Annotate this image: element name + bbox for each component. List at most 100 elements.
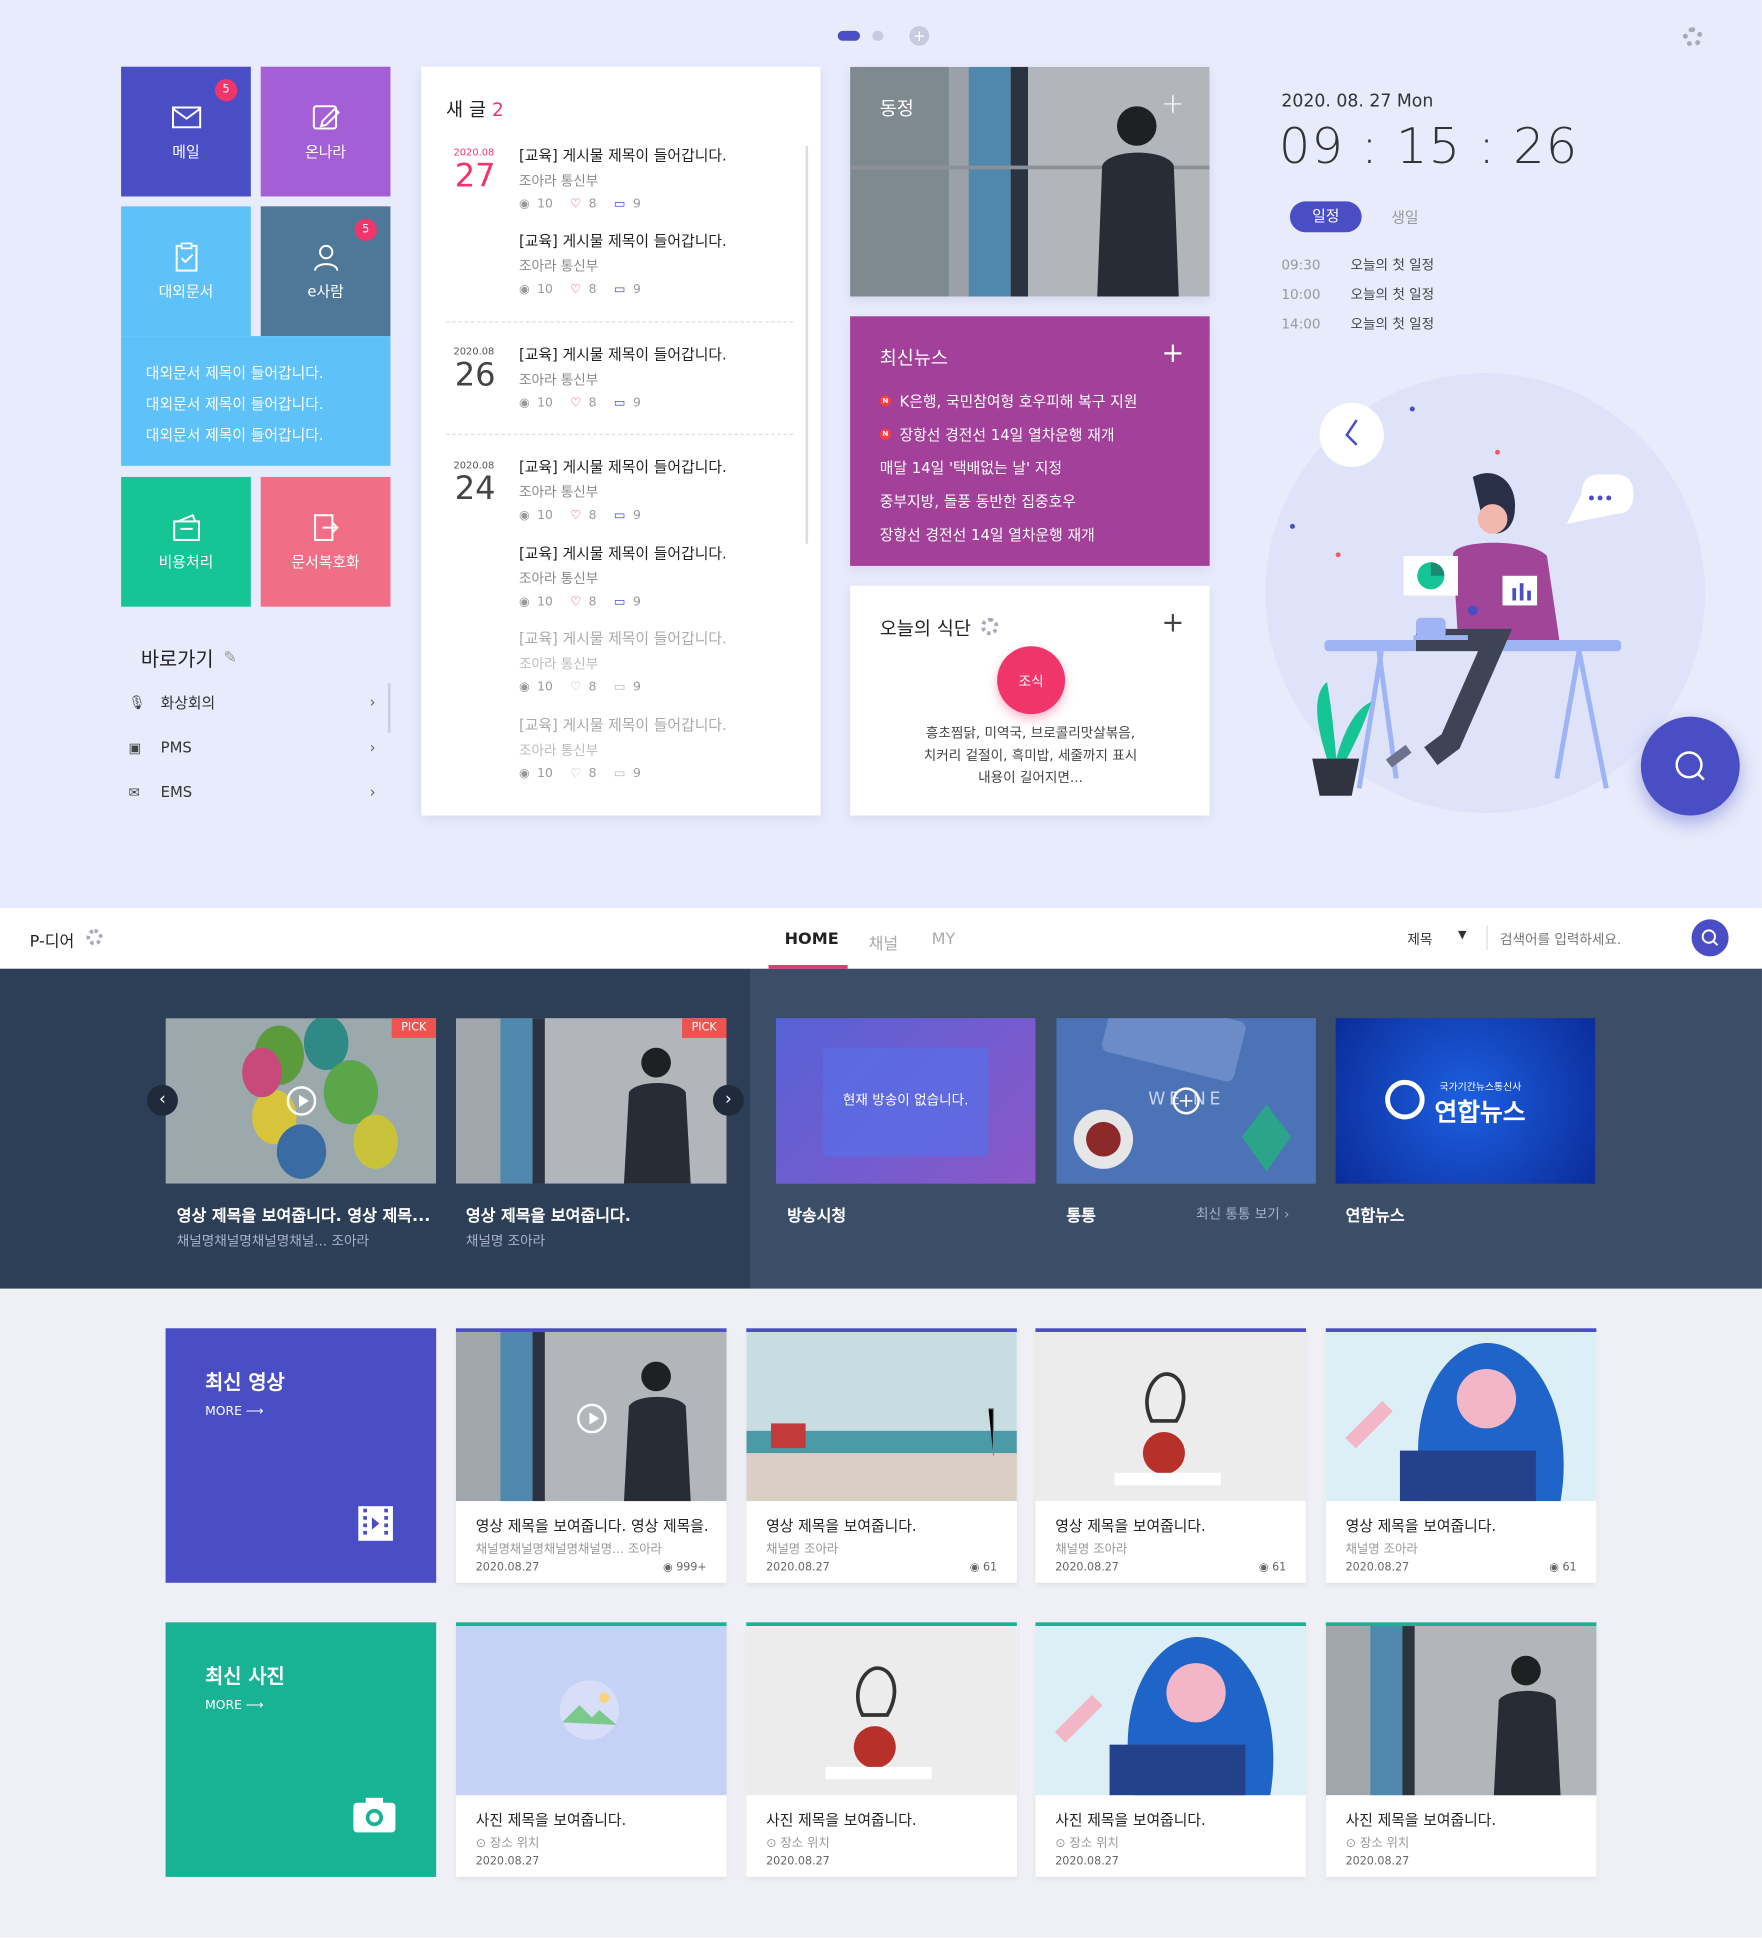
shortcut-item-ems[interactable]: ✉ EMS › bbox=[129, 780, 376, 805]
play-icon[interactable] bbox=[286, 1086, 317, 1116]
likes-meta[interactable]: ♡ 8 bbox=[570, 397, 596, 411]
photo-thumbnail[interactable] bbox=[455, 1626, 727, 1796]
video-card[interactable]: 영상 제목을 보여줍니다. 채널명 조아라 2020.08.27 ◉ 61 bbox=[1325, 1328, 1597, 1583]
add-page-icon[interactable]: + bbox=[909, 25, 930, 46]
post-title[interactable]: [교육] 게시물 제목이 들어갑니다. bbox=[519, 628, 791, 649]
latest-photos-tile[interactable]: 최신 사진 MORE ⟶ bbox=[165, 1622, 437, 1877]
photo-thumbnail[interactable] bbox=[746, 1626, 1017, 1796]
pick-video-title[interactable]: 영상 제목을 보여줍니다. 영상 제목... bbox=[177, 1202, 431, 1226]
pmedia-settings-icon[interactable] bbox=[86, 929, 103, 946]
post-title[interactable]: [교육] 게시물 제목이 들어갑니다. bbox=[519, 343, 791, 364]
yonhap-thumb[interactable]: 국가기간뉴스통신사 연합뉴스 bbox=[1335, 1018, 1596, 1184]
posts-scrollbar[interactable] bbox=[805, 145, 809, 544]
schedule-item[interactable]: 10:00 오늘의 첫 일정 bbox=[1281, 284, 1434, 304]
tab-schedule[interactable]: 일정 bbox=[1289, 201, 1362, 233]
video-thumbnail[interactable] bbox=[455, 1331, 727, 1502]
photo-title[interactable]: 사진 제목을 보여줍니다. bbox=[476, 1809, 708, 1830]
video-thumbnail[interactable] bbox=[1325, 1331, 1597, 1502]
video-title[interactable]: 영상 제목을 보여줍니다. bbox=[766, 1515, 998, 1536]
pmedia-brand[interactable]: P-디어 bbox=[30, 928, 75, 952]
tab-my[interactable]: MY bbox=[932, 930, 956, 949]
carousel-prev-button[interactable]: ‹ bbox=[147, 1084, 178, 1116]
post-item[interactable]: [교육] 게시물 제목이 들어갑니다. 조아라 통신부 ◉ 10 ♡ 8 ▭ 9 bbox=[519, 343, 791, 410]
plus-icon[interactable]: + bbox=[1161, 339, 1184, 370]
pager-dot-active[interactable] bbox=[837, 30, 860, 41]
scrollbar[interactable] bbox=[387, 683, 391, 733]
pick-video-thumb[interactable]: PICK bbox=[165, 1018, 437, 1184]
post-item[interactable]: [교육] 게시물 제목이 들어갑니다. 조아라 통신부 ◉ 10 ♡ 8 ▭ 9 bbox=[519, 628, 791, 695]
channel-title[interactable]: 연합뉴스 bbox=[1346, 1202, 1405, 1226]
tile-external-docs[interactable]: 대외문서 bbox=[121, 206, 251, 337]
schedule-item[interactable]: 09:30 오늘의 첫 일정 bbox=[1281, 255, 1434, 275]
meal-tag[interactable]: 조식 bbox=[997, 646, 1066, 715]
photo-title[interactable]: 사진 제목을 보여줍니다. bbox=[766, 1809, 998, 1830]
more-link[interactable]: MORE ⟶ bbox=[205, 1405, 263, 1419]
likes-meta[interactable]: ♡ 8 bbox=[570, 198, 596, 212]
photo-title[interactable]: 사진 제목을 보여줍니다. bbox=[1346, 1809, 1578, 1830]
post-title[interactable]: [교육] 게시물 제목이 들어갑니다. bbox=[519, 145, 791, 166]
schedule-item[interactable]: 14:00 오늘의 첫 일정 bbox=[1281, 314, 1434, 334]
tongtong-more-link[interactable]: 최신 통통 보기 › bbox=[1196, 1203, 1289, 1223]
likes-meta[interactable]: ♡ 8 bbox=[570, 509, 596, 523]
pencil-icon[interactable]: ✎ bbox=[224, 648, 237, 667]
news-item[interactable]: N K은행, 국민참여형 호우피해 복구 지원 bbox=[879, 390, 1201, 411]
pager-dot[interactable] bbox=[872, 30, 884, 41]
more-link[interactable]: MORE ⟶ bbox=[205, 1699, 263, 1713]
tile-mail[interactable]: 메일 5 bbox=[121, 66, 251, 197]
tongtong-thumb[interactable]: WE NE + bbox=[1056, 1018, 1316, 1184]
tile-esaram[interactable]: e사람 5 bbox=[260, 206, 391, 337]
channel-title[interactable]: 방송시청 bbox=[787, 1202, 846, 1226]
post-item[interactable]: [교육] 게시물 제목이 들어갑니다. 조아라 통신부 ◉ 10 ♡ 8 ▭ 9 bbox=[519, 230, 791, 296]
photo-card[interactable]: 사진 제목을 보여줍니다. ⊙ 장소 위치 2020.08.27 bbox=[455, 1622, 727, 1877]
tile-expense[interactable]: 비용처리 bbox=[121, 476, 251, 607]
external-doc-item[interactable]: 대외문서 제목이 들어갑니다. bbox=[146, 389, 366, 420]
pick-video-title[interactable]: 영상 제목을 보여줍니다. bbox=[466, 1202, 631, 1226]
news-item[interactable]: N 장항선 경전선 14일 열차운행 재개 bbox=[879, 424, 1201, 445]
pick-video-thumb[interactable]: PICK bbox=[455, 1018, 727, 1184]
shortcut-item-video-conf[interactable]: 🎙 화상회의 › bbox=[129, 689, 376, 714]
photo-thumbnail[interactable] bbox=[1035, 1626, 1307, 1796]
photo-card[interactable]: 사진 제목을 보여줍니다. ⊙ 장소 위치 2020.08.27 bbox=[746, 1622, 1017, 1877]
post-title[interactable]: [교육] 게시물 제목이 들어갑니다. bbox=[519, 542, 791, 563]
live-broadcast-thumb[interactable]: 현재 방송이 없습니다. bbox=[775, 1018, 1036, 1184]
video-thumbnail[interactable] bbox=[1035, 1331, 1307, 1502]
tab-home[interactable]: HOME bbox=[785, 930, 839, 949]
plus-icon[interactable]: + bbox=[1161, 608, 1184, 639]
tile-decrypt[interactable]: 문서복호화 bbox=[260, 476, 391, 607]
shortcut-item-pms[interactable]: ▣ PMS › bbox=[129, 735, 376, 760]
news-item[interactable]: 장항선 경전선 14일 열차운행 재개 bbox=[880, 524, 1201, 545]
tab-channel[interactable]: 채널 bbox=[869, 930, 899, 954]
photo-title[interactable]: 사진 제목을 보여줍니다. bbox=[1055, 1809, 1287, 1830]
video-title[interactable]: 영상 제목을 보여줍니다. 영상 제목을... bbox=[476, 1515, 708, 1536]
photo-card[interactable]: 사진 제목을 보여줍니다. ⊙ 장소 위치 2020.08.27 bbox=[1325, 1622, 1597, 1877]
tab-birthday[interactable]: 생일 bbox=[1391, 206, 1418, 227]
post-item[interactable]: [교육] 게시물 제목이 들어갑니다. 조아라 통신부 ◉ 10 ♡ 8 ▭ 9 bbox=[519, 714, 791, 781]
video-title[interactable]: 영상 제목을 보여줍니다. bbox=[1055, 1515, 1287, 1536]
video-thumbnail[interactable] bbox=[746, 1331, 1017, 1502]
carousel-next-button[interactable]: › bbox=[712, 1084, 744, 1116]
video-card[interactable]: 영상 제목을 보여줍니다. 영상 제목을... 채널명채널명채널명채널명... 조… bbox=[455, 1328, 727, 1583]
search-input[interactable] bbox=[1500, 925, 1674, 953]
plus-icon[interactable]: + bbox=[1161, 89, 1184, 120]
channel-title[interactable]: 통통 bbox=[1066, 1202, 1096, 1226]
photo-card[interactable]: 사진 제목을 보여줍니다. ⊙ 장소 위치 2020.08.27 bbox=[1035, 1622, 1307, 1877]
settings-gear-icon[interactable] bbox=[1682, 27, 1703, 47]
search-button[interactable] bbox=[1691, 919, 1729, 957]
search-filter-select[interactable]: 제목 bbox=[1407, 929, 1432, 949]
news-item[interactable]: 중부지방, 돌풍 동반한 집중호우 bbox=[880, 491, 1201, 512]
likes-meta[interactable]: ♡ 8 bbox=[570, 767, 596, 781]
likes-meta[interactable]: ♡ 8 bbox=[570, 681, 596, 695]
video-card[interactable]: 영상 제목을 보여줍니다. 채널명 조아라 2020.08.27 ◉ 61 bbox=[746, 1328, 1017, 1583]
search-fab[interactable] bbox=[1640, 716, 1740, 816]
likes-meta[interactable]: ♡ 8 bbox=[570, 596, 596, 610]
meal-settings-icon[interactable] bbox=[981, 617, 999, 636]
external-doc-item[interactable]: 대외문서 제목이 들어갑니다. bbox=[146, 358, 366, 389]
post-title[interactable]: [교육] 게시물 제목이 들어갑니다. bbox=[519, 714, 791, 735]
video-card[interactable]: 영상 제목을 보여줍니다. 채널명 조아라 2020.08.27 ◉ 61 bbox=[1035, 1328, 1307, 1583]
video-title[interactable]: 영상 제목을 보여줍니다. bbox=[1346, 1515, 1578, 1536]
post-item[interactable]: [교육] 게시물 제목이 들어갑니다. 조아라 통신부 ◉ 10 ♡ 8 ▭ 9 bbox=[519, 145, 791, 212]
post-item[interactable]: [교육] 게시물 제목이 들어갑니다. 조아라 통신부 ◉ 10 ♡ 8 ▭ 9 bbox=[519, 542, 791, 609]
tile-onnara[interactable]: 온나라 bbox=[260, 66, 391, 197]
play-icon[interactable] bbox=[577, 1403, 607, 1434]
post-item[interactable]: [교육] 게시물 제목이 들어갑니다. 조아라 통신부 ◉ 10 ♡ 8 ▭ 9 bbox=[519, 456, 791, 523]
